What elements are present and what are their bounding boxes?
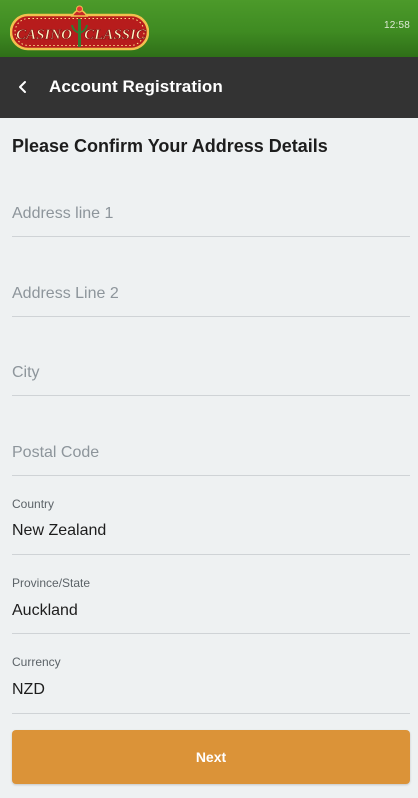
chevron-left-icon <box>19 81 26 93</box>
logo-text-right: CLASSIC <box>84 27 147 43</box>
status-clock: 12:58 <box>383 20 410 31</box>
province-label: Province/State <box>12 576 91 590</box>
navigation-bar: Account Registration <box>0 57 418 118</box>
back-button[interactable] <box>14 76 32 98</box>
postal-code-input[interactable] <box>12 434 410 471</box>
country-select[interactable]: Country New Zealand <box>12 497 410 555</box>
postal-code-field[interactable] <box>12 434 410 476</box>
address-line-2-input[interactable] <box>12 275 410 312</box>
currency-select[interactable]: Currency NZD <box>12 655 410 714</box>
casino-classic-logo: CASINO CLASSIC <box>10 5 149 51</box>
next-button[interactable]: Next <box>12 730 410 784</box>
city-input[interactable] <box>12 355 410 391</box>
app-header: CASINO CLASSIC 12:58 <box>0 0 418 57</box>
city-field[interactable] <box>12 355 410 396</box>
currency-value: NZD <box>12 681 45 698</box>
country-label: Country <box>12 497 55 511</box>
address-line-2-field[interactable] <box>12 275 410 317</box>
logo-text-left: CASINO <box>16 27 72 43</box>
address-line-1-field[interactable] <box>12 196 410 237</box>
country-value: New Zealand <box>12 522 107 539</box>
page-title: Account Registration <box>49 77 223 96</box>
address-line-1-input[interactable] <box>12 196 410 232</box>
province-value: Auckland <box>12 602 78 619</box>
currency-label: Currency <box>12 655 61 669</box>
province-select[interactable]: Province/State Auckland <box>12 576 410 634</box>
form-heading: Please Confirm Your Address Details <box>12 136 328 156</box>
